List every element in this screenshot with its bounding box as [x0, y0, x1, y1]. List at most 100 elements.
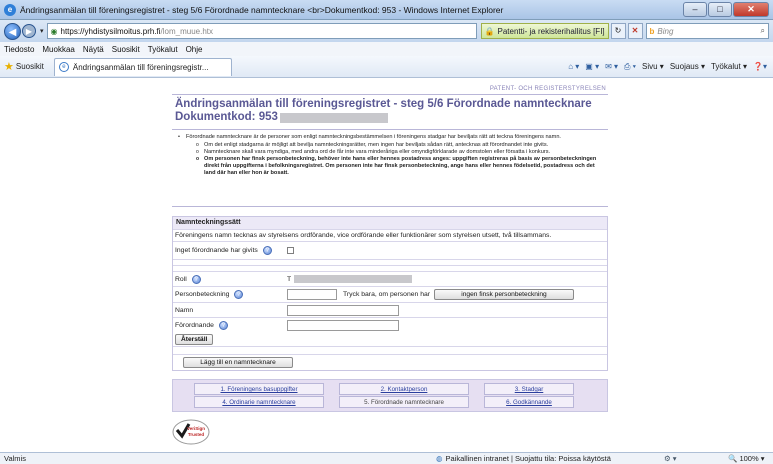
- not-given-checkbox[interactable]: [287, 247, 294, 254]
- forward-button[interactable]: ▶: [22, 24, 36, 38]
- page-menu[interactable]: Sivu ▾: [642, 62, 664, 71]
- help-icon[interactable]: ?: [218, 320, 228, 330]
- favorites-star-icon[interactable]: ★: [4, 60, 14, 73]
- step-1-link[interactable]: 1. Föreningens basuppgifter: [220, 386, 297, 393]
- name-row: Namn: [173, 302, 607, 317]
- redacted-role: [294, 275, 413, 283]
- minimize-button[interactable]: –: [683, 2, 707, 17]
- status-text: Valmis: [4, 454, 26, 463]
- help-icon[interactable]: ?: [262, 246, 272, 255]
- form-page: PATENT- OCH REGISTERSTYRELSEN Ändringsan…: [172, 83, 608, 452]
- help-icon[interactable]: ❓▾: [753, 62, 767, 71]
- step-3[interactable]: 3. Stadgar: [484, 383, 574, 395]
- signing-method-text: Föreningens namn tecknas av styrelsens o…: [175, 232, 552, 239]
- zoom-value: 100%: [739, 454, 759, 463]
- tools-menu[interactable]: Työkalut ▾: [711, 62, 747, 71]
- signer-form: Namntecknings­sätt Föreningens namn teck…: [172, 216, 608, 371]
- step-4[interactable]: 4. Ordinarie namntecknare: [194, 396, 324, 408]
- not-given-row: Inget förordnande har givits ?: [173, 241, 607, 259]
- step-6-link[interactable]: 6. Godkännande: [506, 399, 552, 406]
- step-row: 4. Ordinarie namntecknare 5. Förordnade …: [176, 396, 604, 408]
- step-5-current: 5. Förordnade namntecknare: [339, 396, 469, 408]
- security-zone[interactable]: ◍ Paikallinen intranet | Suojattu tila: …: [436, 454, 611, 463]
- feeds-icon[interactable]: ▣ ▾: [585, 62, 599, 71]
- verisign-seal-icon[interactable]: VeriSign Trusted: [172, 419, 210, 445]
- close-button[interactable]: ✕: [733, 2, 769, 17]
- step-navigation: 1. Föreningens basuppgifter 2. Kontaktpe…: [172, 379, 608, 412]
- name-input[interactable]: [287, 304, 399, 316]
- pid-label-wrap: Personbeteckning ?: [175, 290, 287, 299]
- verisign-line1: VeriSign: [187, 426, 205, 431]
- back-button[interactable]: ◀: [4, 22, 21, 40]
- role-label: Roll: [175, 275, 187, 283]
- fornames-row: Förordnande ?: [173, 317, 607, 332]
- role-label-wrap: Roll ?: [175, 274, 287, 284]
- zoom-level[interactable]: 🔍 100% ▾: [728, 454, 764, 463]
- browser-tab[interactable]: e Ändringsanmälan till föreningsregistr.…: [53, 57, 232, 76]
- help-icon[interactable]: ?: [234, 290, 244, 299]
- instructions: • Förordnade namntecknare är de personer…: [172, 129, 608, 207]
- menu-view[interactable]: Näytä: [83, 45, 104, 54]
- page-title: Ändringsanmälan till föreningsregistret …: [172, 95, 608, 127]
- instruction-list: Om det enligt stadgarna är möjligt att b…: [178, 142, 604, 177]
- zoom-icon: 🔍: [728, 454, 738, 463]
- redacted-code: [279, 112, 388, 123]
- menu-help[interactable]: Ohje: [186, 45, 203, 54]
- not-given-label: Inget förordnande har givits: [175, 247, 258, 254]
- step-6[interactable]: 6. Godkännande: [484, 396, 574, 408]
- no-finnish-pid-button[interactable]: ingen finsk personbeteckning: [434, 289, 575, 300]
- print-icon[interactable]: ⎙ ▾: [624, 62, 636, 72]
- favorites-button[interactable]: Suosikit: [16, 62, 44, 71]
- favorites-bar: ★ Suosikit e Ändringsanmälan till föreni…: [0, 56, 773, 78]
- pid-label: Personbeteckning: [175, 291, 230, 298]
- reset-button[interactable]: Återställ: [175, 333, 214, 345]
- step-2[interactable]: 2. Kontaktperson: [339, 383, 469, 395]
- protected-mode-icon[interactable]: ⚙ ▾: [664, 454, 677, 463]
- window-title: Ändringsanmälan till föreningsregistret …: [20, 4, 504, 15]
- step-row: 1. Föreningens basuppgifter 2. Kontaktpe…: [176, 383, 604, 395]
- search-field[interactable]: b Bing ⌕: [645, 23, 769, 39]
- instruction-item: Namntecknare skall vara myndiga, med and…: [196, 149, 604, 156]
- certificate-badge[interactable]: 🔒 Patentti- ja rekisterihallitus [FI]: [480, 23, 609, 39]
- url-host: https://yhdistysilmoitus.prh.fi: [60, 26, 161, 36]
- spacer: [173, 346, 607, 354]
- maximize-button[interactable]: □: [708, 2, 732, 17]
- menu-file[interactable]: Tiedosto: [4, 45, 34, 54]
- signing-method-row: Föreningens namn tecknas av styrelsens o…: [173, 229, 607, 241]
- document-code-label: Dokumentkod: 953: [175, 111, 278, 123]
- menu-tools[interactable]: Työkalut: [148, 45, 178, 54]
- stop-button[interactable]: ✕: [627, 23, 643, 39]
- search-engine-placeholder: Bing: [657, 26, 674, 36]
- menu-edit[interactable]: Muokkaa: [42, 45, 74, 54]
- lock-icon: 🔒: [484, 26, 495, 36]
- step-3-link[interactable]: 3. Stadgar: [515, 386, 544, 393]
- home-icon[interactable]: ⌂ ▾: [568, 62, 579, 71]
- add-signer-button[interactable]: Lägg till en namntecknare: [183, 357, 293, 368]
- refresh-button[interactable]: ↻: [610, 23, 626, 39]
- step-1[interactable]: 1. Föreningens basuppgifter: [194, 383, 324, 395]
- globe-icon: ◍: [436, 454, 443, 463]
- safety-menu[interactable]: Suojaus ▾: [670, 62, 705, 71]
- menu-favorites[interactable]: Suosikit: [112, 45, 140, 54]
- instruction-item: Om det enligt stadgarna är möjligt att b…: [196, 142, 604, 149]
- verisign-line2: Trusted: [188, 432, 205, 437]
- bullet-icon: •: [178, 134, 180, 140]
- step-4-link[interactable]: 4. Ordinarie namntecknare: [222, 399, 295, 406]
- mail-icon[interactable]: ✉ ▾: [605, 62, 618, 71]
- bing-logo-icon: b: [649, 26, 655, 36]
- history-dropdown-icon[interactable]: ▾: [40, 27, 44, 35]
- url-path: /lom_muue.htx: [160, 26, 214, 36]
- url-field[interactable]: ◉ https://yhdistysilmoitus.prh.fi /lom_m…: [46, 23, 477, 39]
- search-icon[interactable]: ⌕: [761, 26, 765, 36]
- command-bar: ⌂ ▾ ▣ ▾ ✉ ▾ ⎙ ▾ Sivu ▾ Suojaus ▾ Työkalu…: [568, 62, 773, 72]
- pid-input[interactable]: [287, 289, 337, 300]
- fornames-input[interactable]: [287, 319, 399, 331]
- help-icon[interactable]: ?: [191, 274, 201, 284]
- window-title-bar: e Ändringsanmälan till föreningsregistre…: [0, 0, 773, 20]
- pid-hint: Tryck bara, om personen har: [343, 291, 431, 298]
- zone-text: Paikallinen intranet | Suojattu tila: Po…: [445, 454, 611, 463]
- tab-page-icon: e: [58, 62, 69, 72]
- address-bar: ◀ ▶ ▾ ◉ https://yhdistysilmoitus.prh.fi …: [0, 20, 773, 42]
- step-2-link[interactable]: 2. Kontaktperson: [381, 386, 428, 393]
- section-heading: Namntecknings­sätt: [173, 217, 607, 229]
